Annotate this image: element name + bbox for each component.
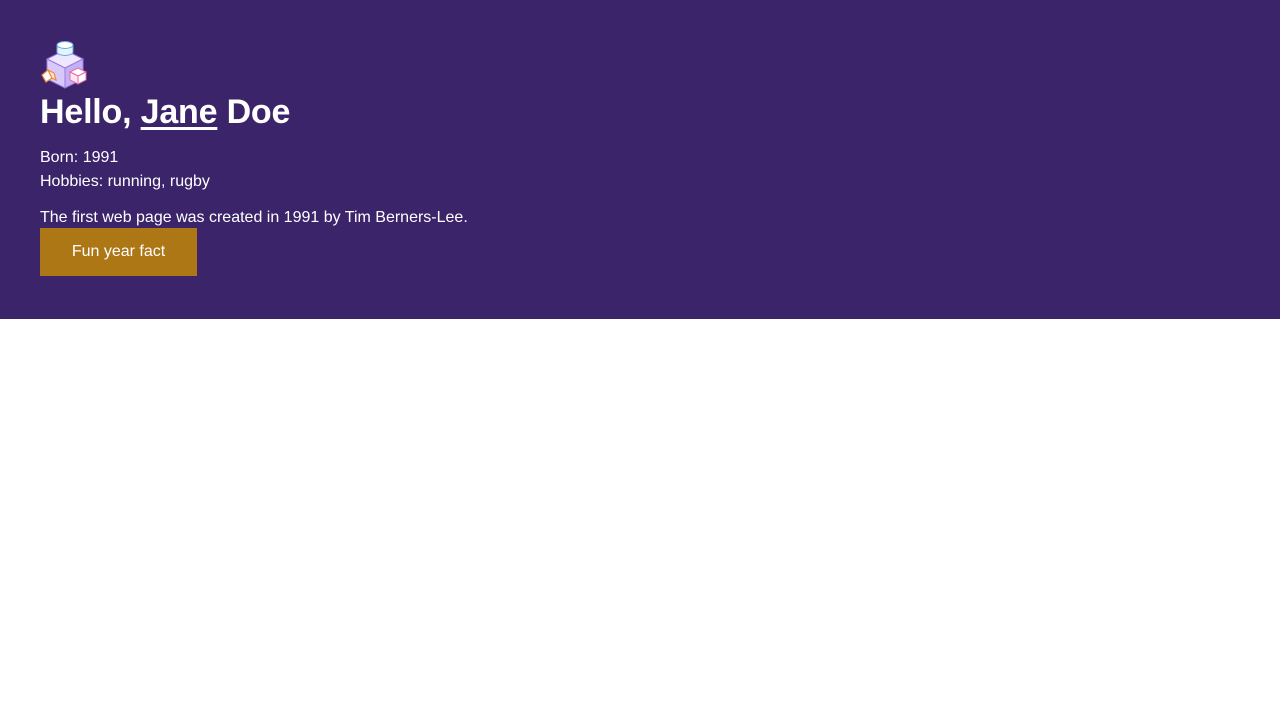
greeting-prefix: Hello, bbox=[40, 93, 141, 131]
born-line: Born: 1991 bbox=[40, 146, 1240, 170]
hero-banner: Hello, Jane Doe Born: 1991 Hobbies: runn… bbox=[0, 0, 1280, 319]
profile-details: Born: 1991 Hobbies: running, rugby bbox=[40, 146, 1240, 194]
fun-fact-text: The first web page was created in 1991 b… bbox=[40, 209, 468, 226]
hobbies-label: Hobbies: bbox=[40, 173, 108, 190]
greeting-heading: Hello, Jane Doe bbox=[40, 92, 1240, 132]
fun-year-fact-button[interactable]: Fun year fact bbox=[40, 228, 197, 276]
born-label: Born: bbox=[40, 149, 83, 166]
isometric-blocks-icon bbox=[41, 41, 88, 89]
born-year: 1991 bbox=[82, 149, 119, 166]
last-name: Doe bbox=[217, 93, 291, 131]
hobbies-line: Hobbies: running, rugby bbox=[40, 170, 1240, 194]
first-name: Jane bbox=[140, 93, 218, 131]
hobbies-value: running, rugby bbox=[107, 173, 210, 190]
